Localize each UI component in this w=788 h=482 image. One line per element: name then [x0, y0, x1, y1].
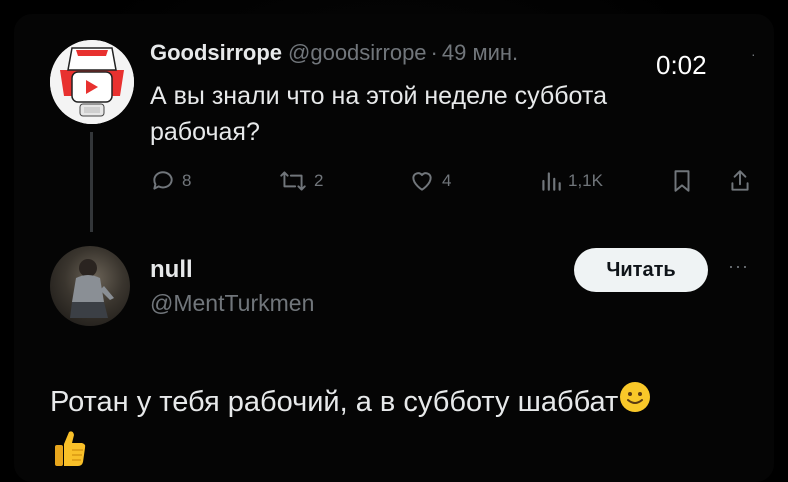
reply-count: 8 [182, 171, 192, 190]
goodsirrope-avatar[interactable] [50, 40, 134, 124]
tweet-actions-bar: 8 2 4 1,1K [150, 166, 760, 196]
share-icon [731, 170, 749, 191]
tweet-author-name[interactable]: Goodsirrope [150, 40, 282, 65]
slightly-smiling-face-icon [618, 380, 652, 427]
heart-icon [412, 172, 432, 191]
reply-author-handle[interactable]: @MentTurkmen [150, 290, 314, 317]
thumbs-up-icon [52, 428, 88, 473]
views-icon [542, 172, 561, 191]
like-action[interactable]: 4 [408, 166, 451, 196]
tweet-author-handle[interactable]: @goodsirrope [288, 40, 427, 65]
screen: Goodsirrope @goodsirrope · 49 мин. 0:02 · А… [0, 0, 788, 482]
more-options-button[interactable]: ··· [728, 256, 749, 277]
video-duration-overlay: 0:02 [656, 50, 707, 80]
person-photo-icon [70, 259, 114, 318]
bookmark-action[interactable] [670, 166, 694, 196]
share-action[interactable] [728, 166, 752, 196]
retweet-action[interactable]: 2 [278, 166, 323, 196]
reply-action[interactable]: 8 [150, 166, 191, 196]
bookmark-icon [674, 170, 690, 192]
tweet-header: Goodsirrope @goodsirrope · 49 мин. [150, 40, 518, 66]
video-overlay-dot: · [751, 46, 756, 62]
header-separator: · [430, 40, 438, 65]
mentturkmen-avatar[interactable] [50, 246, 130, 326]
retweet-icon [280, 171, 306, 191]
retweet-count: 2 [314, 171, 324, 190]
reply-author-name[interactable]: null [150, 256, 193, 284]
reply-text: Ротан у тебя рабочий, а в субботу шаббат [50, 386, 619, 419]
views-action[interactable]: 1,1K [540, 166, 603, 196]
goodsirrope-logo-icon [50, 40, 134, 124]
thread-connector-line [90, 132, 93, 232]
tweet-text: А вы знали что на этой неделе суббота ра… [150, 82, 607, 146]
tweet-timestamp[interactable]: 49 мин. [442, 40, 518, 65]
like-count: 4 [442, 171, 452, 190]
reply-text-block: Ротан у тебя рабочий, а в субботу шаббат [50, 380, 750, 427]
reply-icon [153, 171, 173, 190]
follow-button[interactable]: Читать [574, 248, 708, 292]
view-count: 1,1K [568, 171, 603, 190]
